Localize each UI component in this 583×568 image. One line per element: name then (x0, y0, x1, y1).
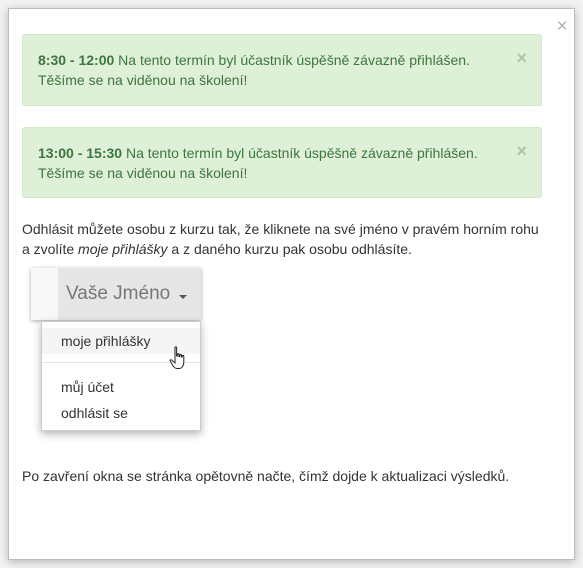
alert-message-second-line: Těšíme se na viděnou na školení! (38, 165, 248, 181)
illustration-navbar: Vaše Jméno (31, 268, 201, 320)
alert-close-icon[interactable]: × (516, 49, 527, 67)
alert-message: Na tento termín byl účastník úspěšně záv… (118, 52, 470, 68)
footer-note: Po zavření okna se stránka opětovně načt… (22, 468, 510, 484)
modal-dialog: × 8:30 - 12:00 Na tento termín byl účast… (8, 8, 575, 560)
instructions-line-1: Odhlásit můžete osobu z kurzu tak, že kl… (22, 221, 539, 237)
user-dropdown-menu: moje přihlášky můj účet odhlásit se (41, 321, 201, 431)
navbar-left-segment (31, 268, 58, 320)
user-name-label: Vaše Jméno (66, 283, 171, 304)
hand-pointer-icon (169, 346, 185, 369)
alert-message-second-line: Těšíme se na viděnou na školení! (38, 72, 248, 88)
instructions-line-2-prefix: a zvolíte (22, 241, 79, 257)
alert-close-icon[interactable]: × (516, 142, 527, 160)
unsubscribe-instructions: Odhlásit můžete osobu z kurzu tak, že kl… (22, 219, 562, 259)
instructions-line-2-suffix: a z daného kurzu pak osobu odhlásíte. (167, 241, 412, 257)
caret-down-icon (179, 295, 187, 299)
alert-time: 13:00 - 15:30 (38, 145, 123, 161)
user-name-dropdown-toggle: Vaše Jméno (58, 268, 201, 320)
modal-close-button[interactable]: × (554, 17, 570, 36)
alert-message: Na tento termín byl účastník úspěšně záv… (125, 145, 478, 161)
success-alert-morning: 8:30 - 12:00 Na tento termín byl účastní… (22, 34, 542, 106)
success-alert-afternoon: 13:00 - 15:30 Na tento termín byl účastn… (22, 127, 542, 198)
menu-item-my-account: můj účet (61, 379, 114, 395)
user-menu-illustration: Vaše Jméno moje přihlášky můj účet odhlá… (31, 268, 201, 433)
menu-item-logout: odhlásit se (61, 405, 128, 421)
alert-time: 8:30 - 12:00 (38, 52, 115, 68)
instructions-emphasis: moje přihlášky (78, 241, 168, 257)
